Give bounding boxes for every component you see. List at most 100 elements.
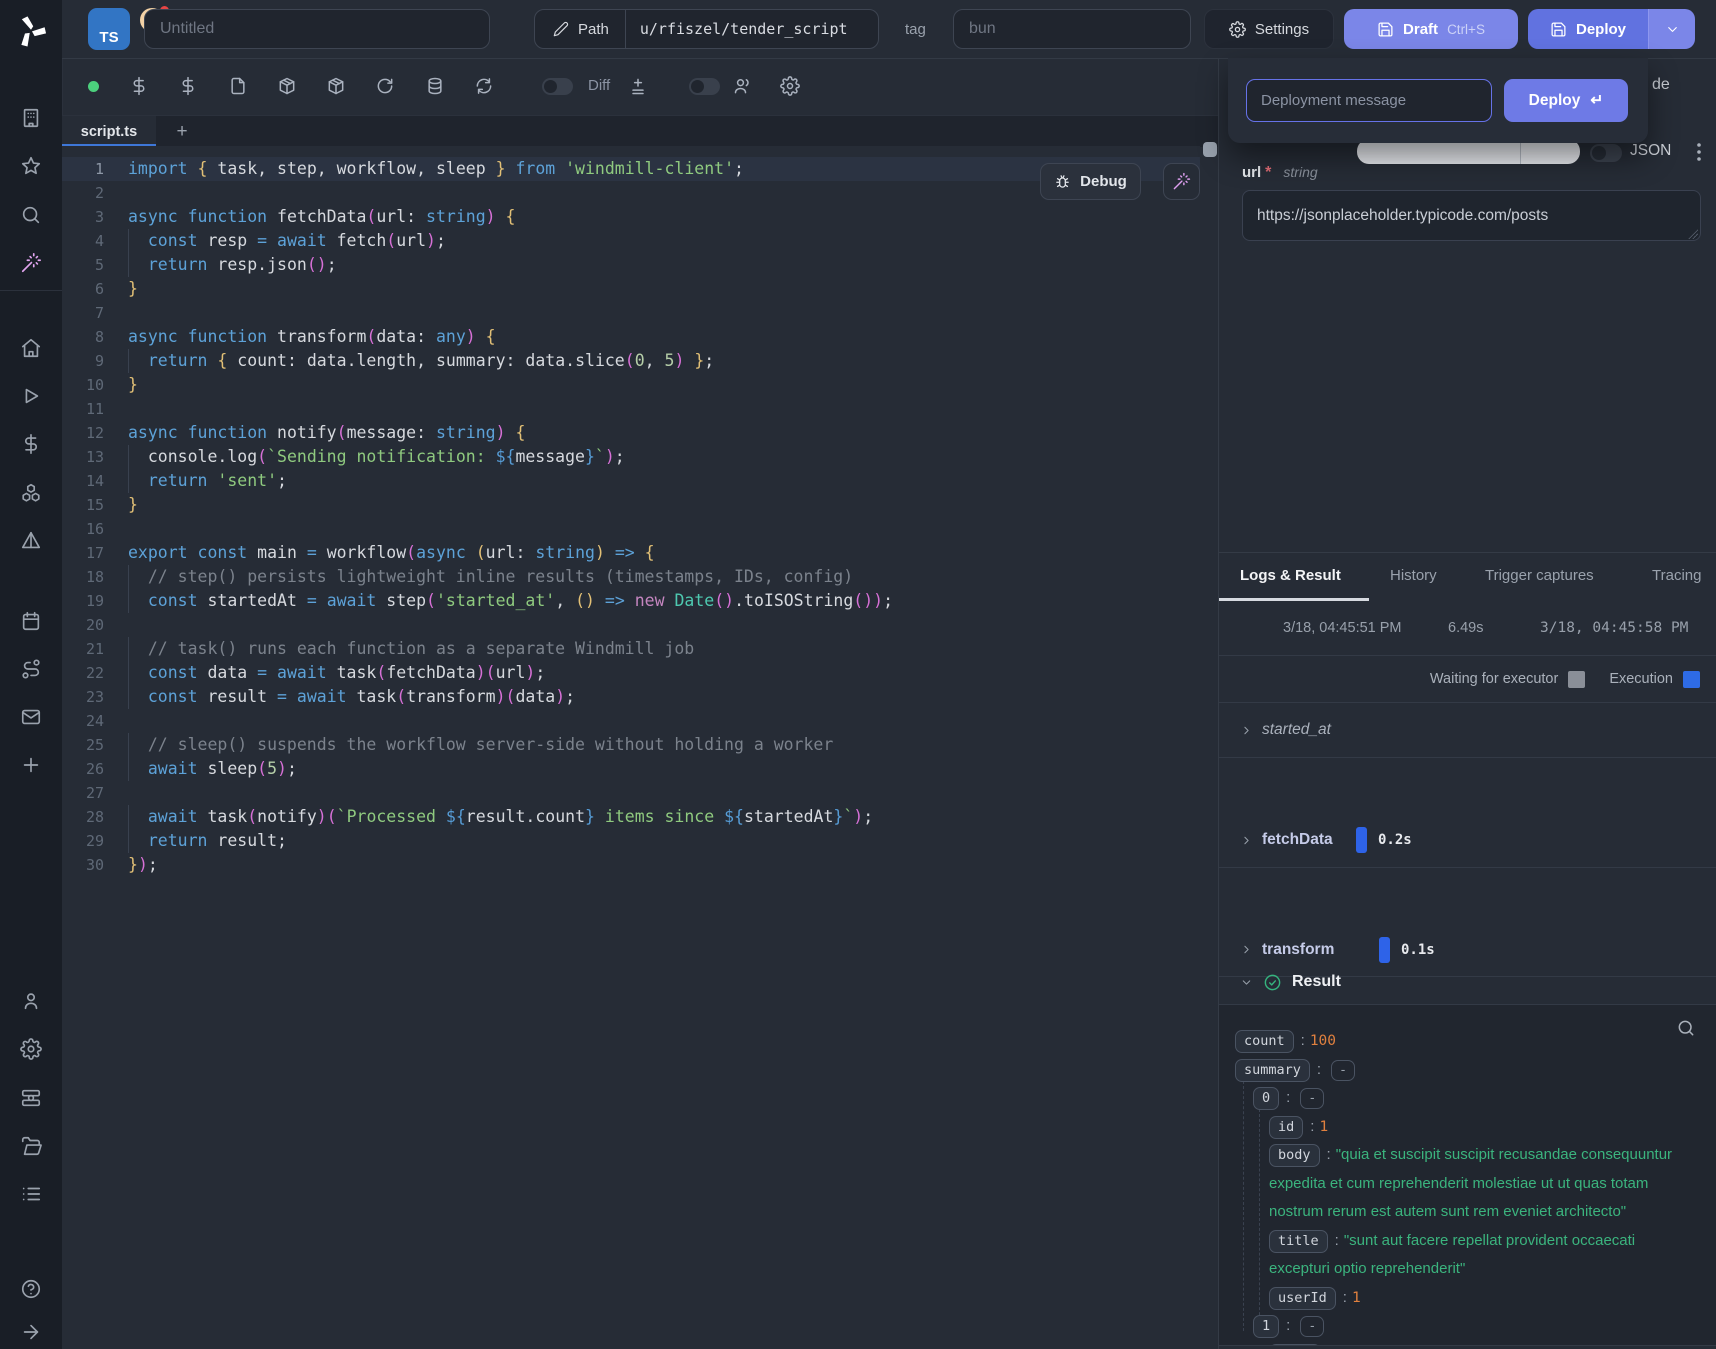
json-key-pill[interactable]: count [1235,1030,1294,1053]
line-number: 19 [62,589,104,613]
code-mode-partial-label: de [1652,76,1670,94]
tab-trigger-captures[interactable]: Trigger captures [1485,567,1594,584]
tab-tracing[interactable]: Tracing [1652,567,1701,584]
editor-toolbar: Diff [62,58,1218,115]
users-icon[interactable] [733,76,753,96]
code-line: 6} [62,277,1200,301]
collapse-toggle[interactable]: - [1300,1088,1324,1109]
code-editor[interactable]: 1import { task, step, workflow, sleep } … [62,146,1200,1349]
tab-logs-result[interactable]: Logs & Result [1240,567,1341,584]
success-check-icon [1263,973,1282,992]
popup-deploy-button[interactable]: Deploy ↵ [1504,79,1628,122]
route-icon[interactable] [20,658,42,680]
code-line: 15} [62,493,1200,517]
debug-button[interactable]: Debug [1040,163,1141,200]
dollar-icon[interactable] [129,76,149,96]
save-icon [1377,21,1394,38]
chevron-right-icon[interactable] [1240,834,1253,847]
editor-scrollbar-thumb[interactable] [1203,142,1217,157]
tab-history[interactable]: History [1390,567,1437,584]
plus-icon[interactable] [20,754,42,776]
timeline-duration: 6.49s [1448,620,1483,636]
deploy-dropdown-button[interactable] [1648,9,1695,49]
left-sidebar [0,0,63,1349]
path-edit-button[interactable]: Path [535,10,626,48]
json-key-pill[interactable]: userId [1269,1287,1336,1310]
deployment-message-input[interactable] [1246,79,1492,122]
step-row-started_at[interactable]: started_at [1219,703,1716,758]
star-icon[interactable] [20,155,42,177]
collapse-toggle[interactable]: - [1300,1316,1324,1337]
path-field[interactable]: Path u/rfiszel/tender_script [534,9,879,49]
json-key-pill[interactable]: 1 [1253,1315,1279,1338]
code-line: 3async function fetchData(url: string) { [62,205,1200,229]
line-number: 18 [62,565,104,589]
folder-icon[interactable] [20,1135,42,1157]
database-icon[interactable] [425,76,445,96]
ai-wand-button[interactable] [1163,163,1200,200]
timeline-row: 3/18, 04:45:51 PM 6.49s 3/18, 04:45:58 P… [1219,600,1716,656]
refresh-icon[interactable] [474,76,494,96]
mail-icon[interactable] [20,706,42,728]
server-cog-icon[interactable] [20,1087,42,1109]
script-title-input[interactable] [144,9,490,49]
new-tab-button[interactable]: + [166,116,198,147]
list-icon[interactable] [20,1183,42,1205]
json-value: 1 [1319,1119,1328,1135]
path-value[interactable]: u/rfiszel/tender_script [626,20,862,38]
diff-icon[interactable] [628,76,648,96]
tab-script-ts[interactable]: script.ts [62,116,156,147]
dollar-icon[interactable] [178,76,198,96]
diff-toggle[interactable] [542,78,573,95]
url-input[interactable] [1242,190,1701,241]
building-icon[interactable] [20,107,42,129]
line-number: 20 [62,613,104,637]
json-key-pill[interactable]: id [1269,1116,1303,1139]
calendar-icon[interactable] [20,610,42,632]
step-row-fetchData[interactable]: fetchData0.2s [1219,813,1716,868]
typescript-badge: TS [88,8,130,50]
settings-button[interactable]: Settings [1204,9,1334,49]
user-icon[interactable] [20,990,42,1012]
dollar-icon[interactable] [20,433,42,455]
execution-bar [1356,827,1367,853]
arrow-right-icon[interactable] [20,1321,42,1343]
gear-icon[interactable] [780,76,800,96]
package-icon[interactable] [277,76,297,96]
json-key-pill[interactable]: 0 [1253,1087,1279,1110]
gear-icon[interactable] [20,1038,42,1060]
search-icon[interactable] [20,204,42,226]
chevron-down-icon[interactable] [1240,976,1253,989]
result-header-row[interactable]: Result [1219,960,1716,1005]
collapse-toggle[interactable]: - [1331,1060,1355,1081]
tag-input[interactable] [953,9,1191,49]
home-icon[interactable] [20,337,42,359]
boxes-icon[interactable] [20,482,42,504]
chevron-right-icon[interactable] [1240,724,1253,737]
json-toggle[interactable] [1590,144,1622,162]
resize-handle[interactable] [1688,229,1698,239]
chevron-right-icon[interactable] [1240,943,1253,956]
deploy-button[interactable]: Deploy [1528,9,1648,49]
line-number: 28 [62,805,104,829]
code-line: 30}); [62,853,1200,877]
file-icon[interactable] [228,76,248,96]
timeline-start: 3/18, 04:45:51 PM [1283,620,1402,636]
multiplayer-toggle[interactable] [689,78,720,95]
wand-icon[interactable] [20,252,42,274]
kebab-menu-icon[interactable] [1690,141,1708,163]
pyramid-icon[interactable] [20,530,42,552]
draft-button[interactable]: Draft Ctrl+S [1344,9,1518,49]
windmill-logo-icon[interactable] [12,12,50,50]
json-key-pill[interactable]: body [1269,1144,1320,1167]
rotate-icon[interactable] [375,76,395,96]
package-icon[interactable] [326,76,346,96]
json-key-pill[interactable]: summary [1235,1059,1310,1082]
line-number: 30 [62,853,104,877]
json-key-pill[interactable] [1269,1344,1321,1347]
json-key-pill[interactable]: title [1269,1230,1328,1253]
help-icon[interactable] [20,1278,42,1300]
play-icon[interactable] [20,385,42,407]
code-line: 4 const resp = await fetch(url); [62,229,1200,253]
chevron-down-icon [1665,22,1680,37]
